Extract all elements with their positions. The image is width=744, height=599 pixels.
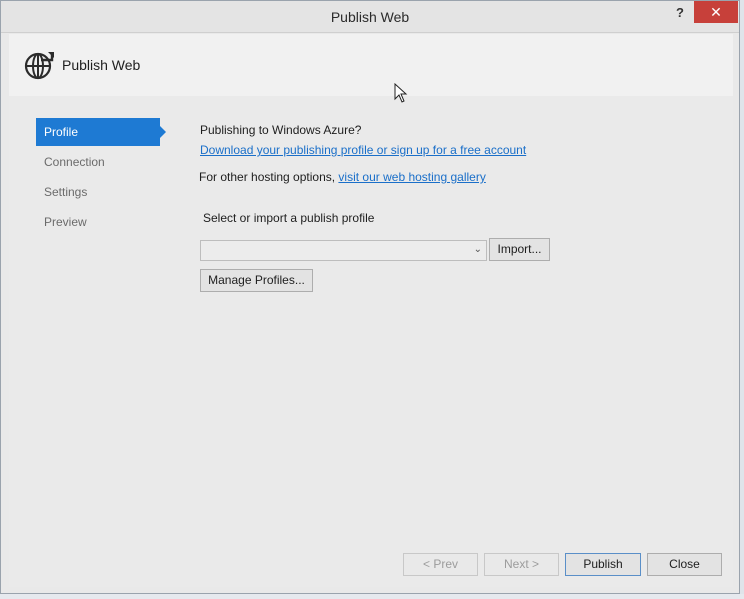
help-button[interactable]: ? xyxy=(668,3,692,23)
window-close-button[interactable]: ✕ xyxy=(694,1,738,23)
globe-arrow-icon xyxy=(24,52,54,80)
nav-item-profile[interactable]: Profile xyxy=(36,118,166,146)
hosting-options-text: For other hosting options, visit our web… xyxy=(199,170,486,184)
publish-button[interactable]: Publish xyxy=(565,553,641,576)
chevron-down-icon[interactable]: ⌄ xyxy=(474,244,482,255)
background-strip-bottom xyxy=(0,594,744,599)
manage-profiles-button[interactable]: Manage Profiles... xyxy=(200,269,313,292)
hosting-gallery-link[interactable]: visit our web hosting gallery xyxy=(338,170,485,184)
azure-download-link[interactable]: Download your publishing profile or sign… xyxy=(200,143,526,157)
mouse-cursor-icon xyxy=(394,83,408,103)
background-strip xyxy=(740,0,744,599)
next-button[interactable]: Next > xyxy=(484,553,559,576)
window-title: Publish Web xyxy=(330,9,410,25)
dialog-content: Profile Connection Settings Preview Publ… xyxy=(9,96,733,587)
title-bar[interactable]: Publish Web ? ✕ xyxy=(1,1,739,33)
prev-button[interactable]: < Prev xyxy=(403,553,478,576)
azure-prompt: Publishing to Windows Azure? xyxy=(200,123,362,137)
nav-item-settings[interactable]: Settings xyxy=(36,178,160,206)
wizard-nav: Profile Connection Settings Preview xyxy=(36,118,166,238)
nav-item-connection[interactable]: Connection xyxy=(36,148,160,176)
close-button[interactable]: Close xyxy=(647,553,722,576)
hosting-prefix: For other hosting options, xyxy=(199,170,336,184)
select-profile-label: Select or import a publish profile xyxy=(203,211,375,225)
dialog-header: Publish Web xyxy=(9,34,733,96)
header-title: Publish Web xyxy=(62,57,141,73)
import-button[interactable]: Import... xyxy=(489,238,550,261)
nav-item-preview[interactable]: Preview xyxy=(36,208,160,236)
publish-web-dialog: Publish Web ? ✕ Publish Web Profile Conn… xyxy=(0,0,740,594)
publish-profile-select[interactable]: ⌄ xyxy=(200,240,487,261)
